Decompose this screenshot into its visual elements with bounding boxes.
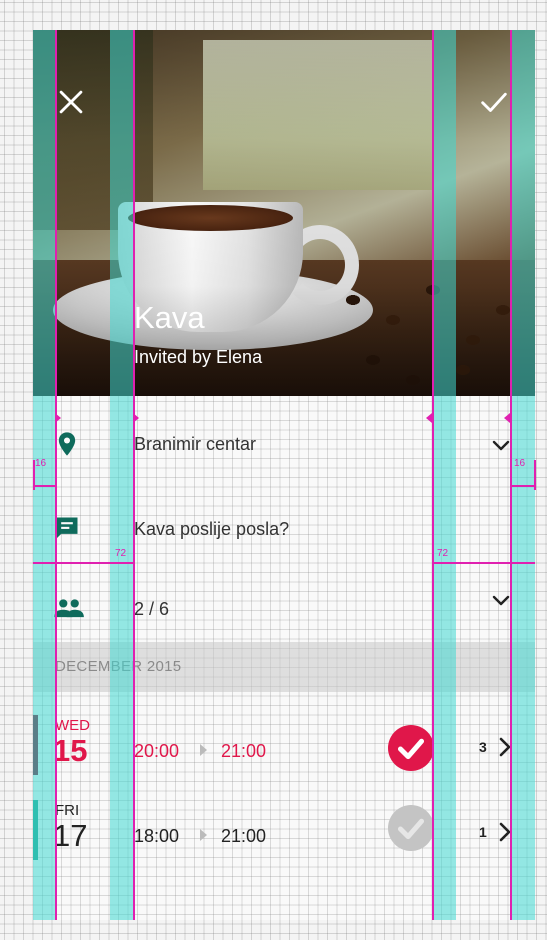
header-photo: Kava Invited by Elena [33,30,535,396]
event-title: Kava [134,300,205,335]
message-text: Kava poslije posla? [134,519,290,539]
accept-toggle[interactable] [388,805,434,851]
check-icon [481,92,507,112]
chevron-right-icon[interactable] [495,820,515,844]
keyline-measure [432,562,535,564]
event-weekday: FRI [55,802,80,819]
keyline-label: 16 [35,458,47,469]
keyline-label: 16 [514,458,526,469]
attendees-count: 2 / 6 [134,599,170,619]
accept-toggle[interactable] [388,725,434,771]
close-button[interactable] [54,85,88,119]
message-row[interactable]: Kava poslije posla? [33,500,535,560]
keyline-label: 72 [115,548,127,559]
keyline-marker [133,413,139,423]
chevron-right-icon[interactable] [495,735,515,759]
month-label: DECEMBER 2015 [55,658,182,675]
people-icon [54,599,84,618]
chevron-down-icon[interactable] [489,588,513,612]
event-end-time: 21:00 [221,741,267,761]
chevron-down-icon[interactable] [489,433,513,457]
event-inviter: Invited by Elena [134,347,263,367]
event-row[interactable]: FRI 17 18:00 21:00 1 [33,800,535,880]
keyline-measure [33,485,55,487]
event-day: 15 [53,733,88,768]
event-row[interactable]: WED 15 20:00 21:00 3 [33,715,535,795]
check-icon [397,738,425,760]
event-attendee-count: 1 [479,824,487,840]
phone-screen: Kava Invited by Elena Branimir centar Ka… [33,30,535,920]
arrow-right-icon [200,744,207,756]
close-icon [59,90,83,114]
keyline-measure [33,562,133,564]
check-icon [397,818,425,840]
keyline-marker [55,413,61,423]
event-day: 17 [53,818,88,853]
confirm-button[interactable] [477,85,511,119]
arrow-right-icon [200,829,207,841]
event-status-bar [33,715,38,775]
location-row[interactable]: Branimir centar [33,415,535,475]
event-status-bar [33,800,38,860]
location-pin-icon [58,432,76,456]
location-text: Branimir centar [134,434,257,454]
keyline-marker [426,413,432,423]
event-start-time: 20:00 [134,741,180,761]
attendees-row[interactable]: 2 / 6 [33,580,535,640]
event-weekday: WED [55,717,90,734]
event-attendee-count: 3 [479,739,487,755]
event-start-time: 18:00 [134,826,180,846]
photo-shade [33,30,535,396]
month-section-header: DECEMBER 2015 [33,642,535,692]
keyline-marker [504,413,510,423]
keyline-measure [511,485,535,487]
keyline-label: 72 [437,548,449,559]
message-icon [56,517,78,539]
event-end-time: 21:00 [221,826,267,846]
